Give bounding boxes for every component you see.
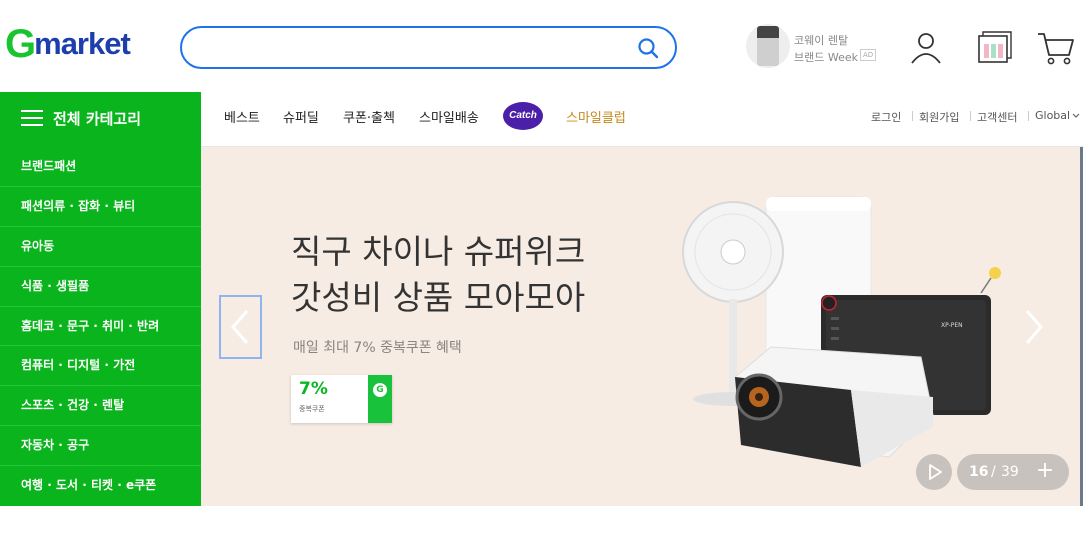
category-item[interactable]: 식품 · 생필품 [0, 267, 201, 307]
banner-headline: 직구 차이나 슈퍼위크 갓성비 상품 모아모아 [291, 232, 586, 317]
chevron-left-icon [231, 310, 249, 344]
cart-icon[interactable] [1036, 28, 1076, 68]
divider [1028, 111, 1029, 121]
chevron-right-icon [1025, 310, 1043, 344]
customer-center-link[interactable]: 고객센터 [977, 109, 1017, 125]
slide-current: 16 [969, 464, 989, 480]
category-item[interactable]: 홈데코 · 문구 · 취미 · 반려 [0, 307, 201, 347]
ad-line1: 코웨이 렌탈 [794, 34, 849, 47]
catch-logo[interactable]: Catch [503, 102, 543, 130]
search-box[interactable] [180, 26, 677, 69]
login-link[interactable]: 로그인 [871, 109, 901, 125]
search-input[interactable] [198, 36, 618, 60]
tablet-brand: XP-PEN [941, 322, 963, 329]
water-purifier-image [746, 24, 790, 68]
category-item[interactable]: 컴퓨터 · 디지털 · 가전 [0, 346, 201, 387]
search-icon[interactable] [637, 37, 659, 59]
recent-items-icon[interactable] [975, 28, 1015, 68]
gmarket-g-icon: G [373, 383, 387, 397]
chevron-down-icon [1072, 113, 1080, 118]
signup-link[interactable]: 회원가입 [919, 109, 959, 125]
main-banner[interactable]: 직구 차이나 슈퍼위크 갓성비 상품 모아모아 매일 최대 7% 중복쿠폰 혜택… [201, 147, 1083, 506]
user-icon[interactable] [906, 28, 946, 68]
coupon-badge: 7% 중복쿠폰 G [291, 375, 392, 423]
play-icon [929, 464, 942, 480]
category-item[interactable]: 패션의류 · 잡화 · 뷰티 [0, 187, 201, 227]
gmarket-logo[interactable]: Gmarket [5, 24, 131, 64]
category-item[interactable]: 스포츠 · 건강 · 렌탈 [0, 386, 201, 427]
nav-bar: 전체 카테고리 베스트 슈퍼딜 쿠폰·출첵 스마일배송 Catch 스마일클럽 … [0, 92, 1083, 147]
menu-smile-club[interactable]: 스마일클럽 [566, 107, 626, 126]
category-item[interactable]: 자동차 · 공구 [0, 426, 201, 467]
all-category-label: 전체 카테고리 [53, 110, 142, 128]
header: Gmarket 코웨이 렌탈 브랜드 Week AD [0, 0, 1083, 92]
divider [912, 111, 913, 121]
menu-coupon[interactable]: 쿠폰·출첵 [343, 107, 395, 126]
slide-total: 39 [1001, 464, 1019, 480]
category-item[interactable]: 유아동 [0, 227, 201, 267]
prev-slide-button[interactable] [219, 295, 262, 359]
play-button[interactable] [916, 454, 952, 490]
menu-smile-delivery[interactable]: 스마일배송 [419, 107, 479, 126]
banner-subtitle: 매일 최대 7% 중복쿠폰 혜택 [293, 340, 462, 356]
coupon-percent: 7% [299, 379, 328, 399]
ad-line2: 브랜드 Week [794, 51, 858, 64]
all-category-button[interactable]: 전체 카테고리 [0, 92, 201, 147]
category-item[interactable]: 브랜드패션 [0, 147, 201, 187]
ad-banner[interactable]: 코웨이 렌탈 브랜드 Week AD [746, 24, 886, 70]
global-link[interactable]: Global [1035, 109, 1080, 122]
next-slide-button[interactable] [1015, 297, 1055, 357]
category-sidebar: 브랜드패션 패션의류 · 잡화 · 뷰티 유아동 식품 · 생필품 홈데코 · … [0, 147, 201, 506]
ad-badge: AD [860, 49, 877, 61]
view-all-button[interactable]: + [1027, 454, 1063, 490]
menu-superdeal[interactable]: 슈퍼딜 [283, 107, 319, 126]
projector [734, 346, 934, 467]
category-item[interactable]: 여행 · 도서 · 티켓 · e쿠폰 [0, 466, 201, 506]
hamburger-icon [21, 110, 43, 126]
coupon-label: 중복쿠폰 [299, 405, 325, 413]
product-illustration: XP-PEN [682, 196, 1001, 467]
menu-best[interactable]: 베스트 [224, 107, 260, 126]
divider [970, 111, 971, 121]
